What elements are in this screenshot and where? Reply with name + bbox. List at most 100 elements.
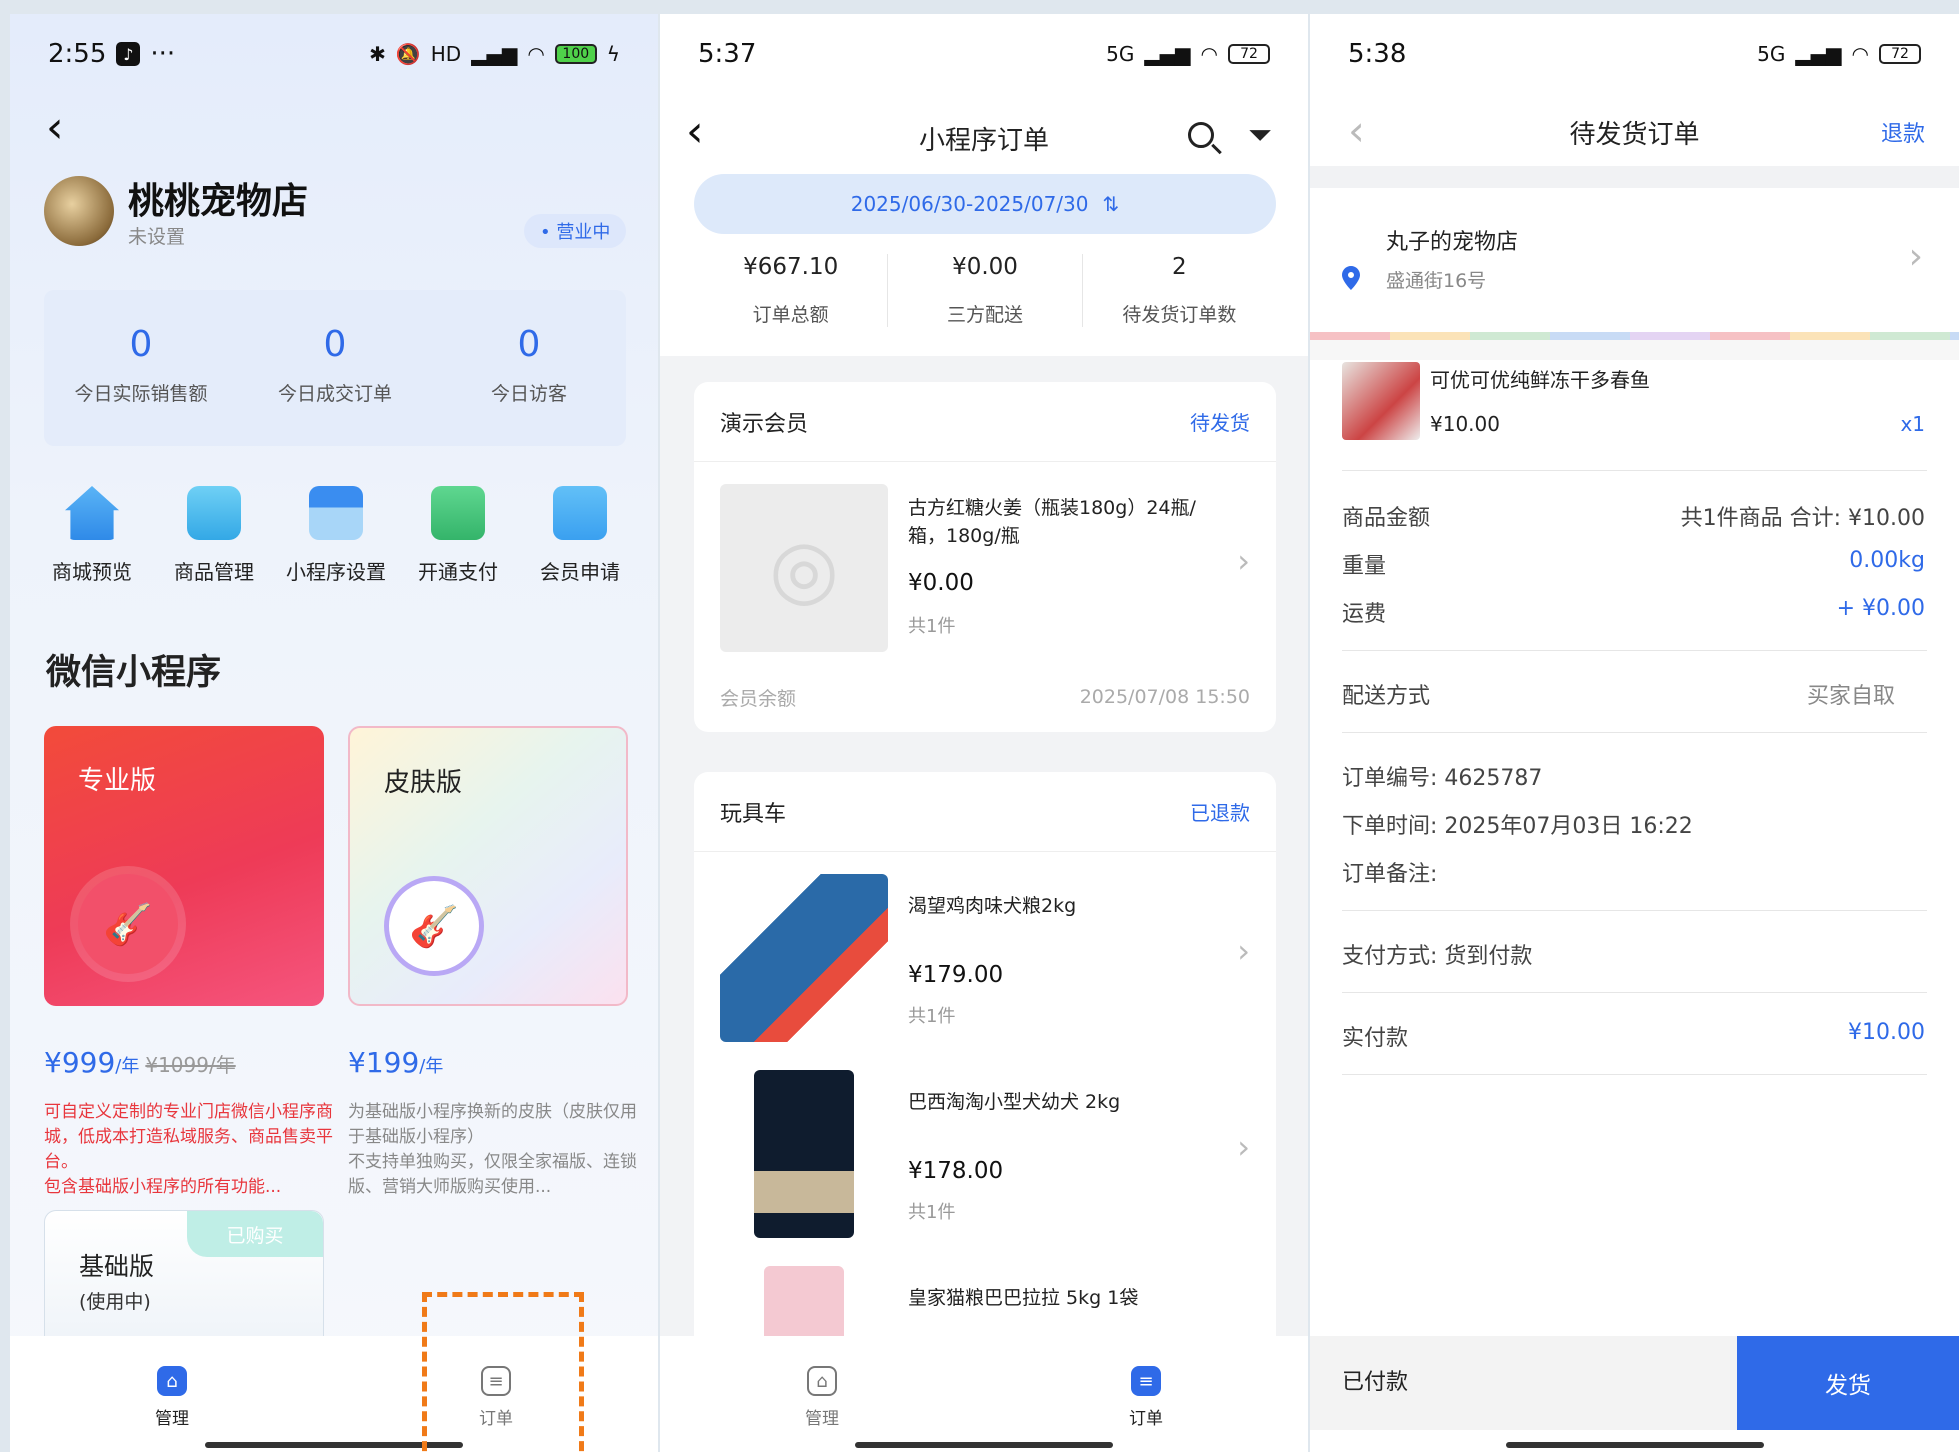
order-item[interactable]: ◎ 古方红糖火姜（瓶装180g）24瓶/箱，180g/瓶 ¥0.00 共1件 › bbox=[694, 462, 1276, 662]
shopping-bag-icon bbox=[187, 486, 241, 540]
address-line: 盛通街16号 bbox=[1386, 270, 1487, 292]
amount-row: 商品金额 共1件商品 合计: ¥10.00 bbox=[1342, 500, 1925, 532]
order-item[interactable]: 巴西淘淘小型犬幼犬 2kg ¥178.00 共1件 › bbox=[694, 1048, 1276, 1244]
row-value: ¥10.00 bbox=[1848, 1020, 1925, 1045]
stat-orders[interactable]: 0 今日成交订单 bbox=[238, 290, 432, 446]
date-range-picker[interactable]: 2025/06/30-2025/07/30 ⇅ bbox=[694, 174, 1276, 234]
signal-icon: ▂▄▆ bbox=[1144, 42, 1191, 66]
divider-band bbox=[1310, 340, 1959, 360]
status-bar: 5:37 5G ▂▄▆ ◠ 72 bbox=[660, 14, 1308, 94]
stat-value: 0 bbox=[323, 324, 347, 365]
plan-label: 皮肤版 bbox=[384, 768, 463, 798]
plan-label: 专业版 bbox=[78, 766, 157, 796]
pro-description: 可自定义定制的专业门店微信小程序商城，低成本打造私域服务、商品售卖平台。 包含基… bbox=[44, 1100, 334, 1200]
delivery-method-row[interactable]: 配送方式 买家自取 bbox=[1342, 678, 1925, 710]
price-unit: /年 bbox=[115, 1056, 140, 1077]
section-title: 微信小程序 bbox=[46, 653, 222, 693]
order-time: 2025/07/08 15:50 bbox=[1079, 686, 1250, 708]
filter-icon[interactable]: ⏷ bbox=[1248, 118, 1272, 153]
order-card[interactable]: 玩具车 已退款 渴望鸡肉味犬粮2kg ¥179.00 共1件 › 巴西淘淘小型犬… bbox=[694, 772, 1276, 1372]
shop-avatar[interactable] bbox=[44, 176, 114, 246]
tiktok-icon: ♪ bbox=[116, 42, 141, 66]
swap-icon: ⇅ bbox=[1102, 192, 1120, 216]
product-image bbox=[720, 874, 888, 1042]
desc-line: 可自定义定制的专业门店微信小程序商城，低成本打造私域服务、商品售卖平台。 bbox=[44, 1102, 333, 1172]
home-indicator bbox=[855, 1442, 1113, 1448]
quick-label: 开通支付 bbox=[418, 560, 498, 584]
weight-row: 重量 0.00kg bbox=[1342, 548, 1925, 580]
stat-value: 0 bbox=[517, 324, 541, 365]
stat-value: 0 bbox=[129, 324, 153, 365]
item-qty: 共1件 bbox=[908, 616, 956, 637]
item-qty: 共1件 bbox=[908, 1006, 956, 1027]
pending-order-detail-screen: 5:38 5G ▂▄▆ ◠ 72 ‹ 待发货订单 退款 丸子的宠物店 盛通街16… bbox=[1310, 14, 1959, 1452]
ship-button[interactable]: 发货 bbox=[1737, 1336, 1959, 1430]
quick-miniprogram-settings[interactable]: 小程序设置 bbox=[276, 486, 396, 585]
location-pin-icon bbox=[1342, 266, 1360, 290]
quick-store-preview[interactable]: 商城预览 bbox=[32, 486, 152, 585]
price-value: ¥199 bbox=[348, 1046, 420, 1079]
divider bbox=[1342, 992, 1927, 993]
plan-in-use: (使用中) bbox=[79, 1291, 151, 1313]
status-badge: • 营业中 bbox=[524, 214, 627, 248]
summary-total: ¥667.10 订单总额 bbox=[694, 254, 887, 327]
member-card-icon bbox=[553, 486, 607, 540]
home-icon: ⌂ bbox=[157, 1366, 187, 1396]
stat-sales[interactable]: 0 今日实际销售额 bbox=[44, 290, 238, 446]
page-title: 待发货订单 bbox=[1569, 120, 1700, 150]
miniprogram-orders-screen: 5:37 5G ▂▄▆ ◠ 72 ‹ 小程序订单 ⏷ 2025/06/30-20… bbox=[660, 14, 1308, 1452]
quick-label: 会员申请 bbox=[540, 560, 620, 584]
desc-line: 为基础版小程序换新的皮肤（皮肤仅用于基础版小程序） bbox=[348, 1102, 637, 1147]
status-bar: 2:55 ♪ ··· ✱ 🔕 HD ▂▄▆ ◠ 100 ϟ bbox=[10, 14, 658, 94]
refund-button[interactable]: 退款 bbox=[1881, 116, 1925, 148]
row-label: 商品金额 bbox=[1342, 506, 1431, 531]
tab-label: 管理 bbox=[805, 1409, 839, 1429]
chevron-right-icon: › bbox=[1237, 542, 1250, 580]
summary-label: 订单总额 bbox=[752, 304, 829, 326]
row-label: 重量 bbox=[1342, 554, 1387, 579]
plan-label: 基础版 bbox=[79, 1252, 155, 1281]
order-header: 玩具车 已退款 bbox=[694, 772, 1276, 852]
search-icon[interactable] bbox=[1188, 122, 1214, 148]
divider bbox=[1342, 732, 1927, 733]
divider bbox=[1342, 1074, 1927, 1075]
home-icon: ⌂ bbox=[807, 1366, 837, 1396]
order-summary: ¥667.10 订单总额 ¥0.00 三方配送 2 待发货订单数 bbox=[694, 254, 1276, 327]
pro-price: ¥999/年 ¥1099/年 bbox=[44, 1046, 236, 1079]
item-title: 巴西淘淘小型犬幼犬 2kg bbox=[908, 1091, 1121, 1113]
signal-icon: ▂▄▆ bbox=[1795, 42, 1842, 66]
wifi-icon: ◠ bbox=[1851, 42, 1869, 66]
quick-product-manage[interactable]: 商品管理 bbox=[154, 486, 274, 585]
guitar-icon: 🎸 bbox=[78, 874, 178, 974]
bluetooth-icon: ✱ bbox=[369, 42, 386, 66]
stat-label: 今日实际销售额 bbox=[74, 383, 208, 405]
plan-card-pro[interactable]: 专业版 🎸 bbox=[44, 726, 324, 1006]
tab-label: 订单 bbox=[1129, 1409, 1163, 1429]
plan-card-skin[interactable]: 皮肤版 🎸 bbox=[348, 726, 628, 1006]
item-qty: 共1件 bbox=[908, 1202, 956, 1223]
battery-icon: 72 bbox=[1879, 44, 1921, 64]
order-card[interactable]: 演示会员 待发货 ◎ 古方红糖火姜（瓶装180g）24瓶/箱，180g/瓶 ¥0… bbox=[694, 382, 1276, 732]
divider bbox=[1342, 470, 1927, 471]
tab-manage[interactable]: ⌂ 管理 bbox=[660, 1336, 984, 1452]
battery-icon: 100 bbox=[554, 44, 597, 64]
quick-member-apply[interactable]: 会员申请 bbox=[520, 486, 640, 585]
payment-source: 会员余额 bbox=[720, 687, 797, 710]
row-label: 配送方式 bbox=[1342, 684, 1431, 709]
order-item[interactable]: 渴望鸡肉味犬粮2kg ¥179.00 共1件 › bbox=[694, 852, 1276, 1048]
plan-card-basic[interactable]: 已购买 基础版 (使用中) bbox=[44, 1210, 324, 1350]
status-dots: ··· bbox=[150, 39, 176, 69]
desc-line: 不支持单独购买，仅限全家福版、连锁版、营销大师版购买使用... bbox=[348, 1152, 637, 1197]
wifi-icon: ◠ bbox=[1200, 42, 1218, 66]
tab-orders[interactable]: ≡ 订单 bbox=[984, 1336, 1308, 1452]
tab-manage[interactable]: ⌂ 管理 bbox=[10, 1336, 334, 1452]
quick-open-payment[interactable]: 开通支付 bbox=[398, 486, 518, 585]
back-icon[interactable]: ‹ bbox=[46, 106, 64, 150]
quick-label: 小程序设置 bbox=[286, 560, 386, 584]
product-image bbox=[1342, 362, 1420, 440]
quick-label: 商城预览 bbox=[52, 560, 132, 584]
chevron-right-icon: › bbox=[1908, 236, 1923, 277]
charging-icon: ϟ bbox=[606, 42, 620, 66]
stat-visitors[interactable]: 0 今日访客 bbox=[432, 290, 626, 446]
today-stats-card: 0 今日实际销售额 0 今日成交订单 0 今日访客 bbox=[44, 290, 626, 446]
